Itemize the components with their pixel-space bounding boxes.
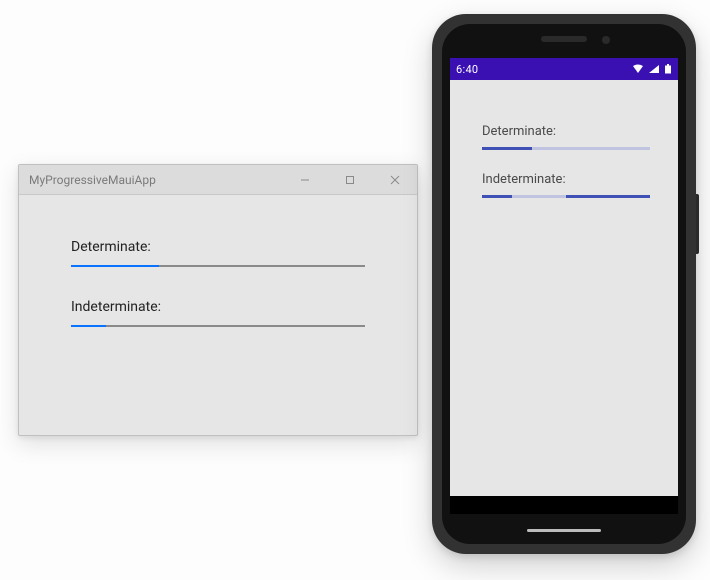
minimize-icon [300, 175, 310, 185]
window-title: MyProgressiveMauiApp [29, 173, 282, 187]
close-button[interactable] [372, 165, 417, 195]
phone-indeterminate-label: Indeterminate: [482, 172, 650, 187]
signal-icon [648, 64, 660, 74]
phone-side-button [696, 194, 699, 254]
maximize-icon [345, 175, 355, 185]
window-titlebar[interactable]: MyProgressiveMauiApp [19, 165, 417, 195]
statusbar-time: 6:40 [456, 63, 628, 76]
phone-device: 6:40 Determinate: Indeterminate: [432, 14, 696, 554]
phone-bezel: 6:40 Determinate: Indeterminate: [442, 24, 686, 544]
determinate-progressbar [71, 265, 365, 267]
determinate-progressbar-fill [71, 265, 159, 267]
indeterminate-progressbar-fill [71, 325, 106, 327]
android-navbar[interactable] [450, 496, 678, 514]
minimize-button[interactable] [282, 165, 327, 195]
phone-determinate-progressbar-fill [482, 147, 532, 150]
desktop-window: MyProgressiveMauiApp Determinate: Indete… [18, 164, 418, 436]
phone-content: Determinate: Indeterminate: [450, 80, 678, 496]
indeterminate-progressbar [71, 325, 365, 327]
maximize-button[interactable] [327, 165, 372, 195]
close-icon [390, 175, 400, 185]
battery-icon [664, 64, 672, 74]
phone-camera [602, 36, 610, 44]
phone-indeterminate-progressbar-fill-a [482, 195, 512, 198]
phone-earpiece [541, 36, 587, 42]
window-content: Determinate: Indeterminate: [19, 195, 417, 435]
phone-screen: 6:40 Determinate: Indeterminate: [450, 58, 678, 514]
phone-determinate-progressbar [482, 147, 650, 150]
wifi-icon [632, 64, 644, 74]
indeterminate-label: Indeterminate: [71, 299, 365, 315]
android-statusbar: 6:40 [450, 58, 678, 80]
phone-indeterminate-progressbar [482, 195, 650, 198]
phone-indeterminate-progressbar-fill-b [566, 195, 650, 198]
determinate-label: Determinate: [71, 239, 365, 255]
phone-home-indicator [527, 529, 601, 532]
phone-determinate-label: Determinate: [482, 124, 650, 139]
